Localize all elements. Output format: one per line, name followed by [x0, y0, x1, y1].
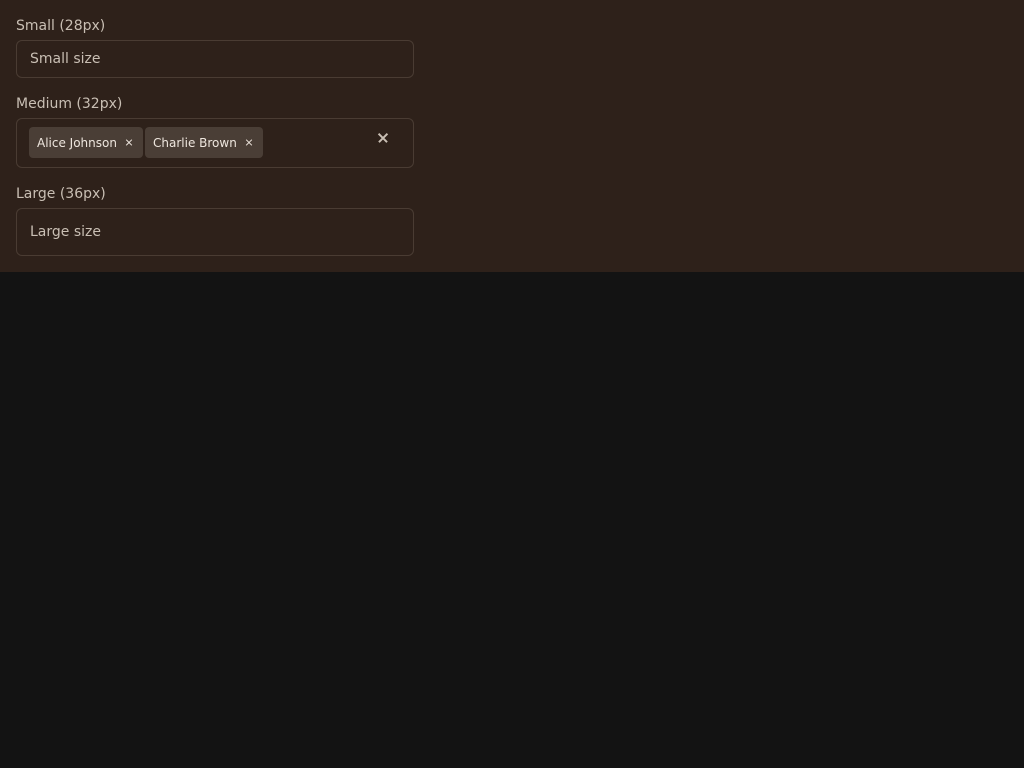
chip-label: Charlie Brown [153, 135, 237, 150]
medium-field-label: Medium (32px) [16, 96, 123, 112]
close-icon[interactable] [243, 137, 255, 149]
close-icon[interactable] [123, 137, 135, 149]
large-field-label: Large (36px) [16, 186, 106, 202]
chip-charlie-brown: Charlie Brown [145, 127, 263, 158]
medium-multiselect-input[interactable]: Alice Johnson Charlie Brown [16, 118, 414, 168]
large-multiselect-input[interactable]: Large size [16, 208, 414, 256]
small-field-label: Small (28px) [16, 18, 106, 34]
chip-alice-johnson: Alice Johnson [29, 127, 143, 158]
small-multiselect-input[interactable]: Small size [16, 40, 414, 78]
chip-label: Alice Johnson [37, 135, 117, 150]
large-input-placeholder: Large size [30, 224, 101, 240]
small-input-placeholder: Small size [30, 51, 101, 67]
select-size-demo-panel: Small (28px) Small size Medium (32px) Al… [0, 0, 1024, 272]
clear-all-icon[interactable] [375, 129, 391, 145]
